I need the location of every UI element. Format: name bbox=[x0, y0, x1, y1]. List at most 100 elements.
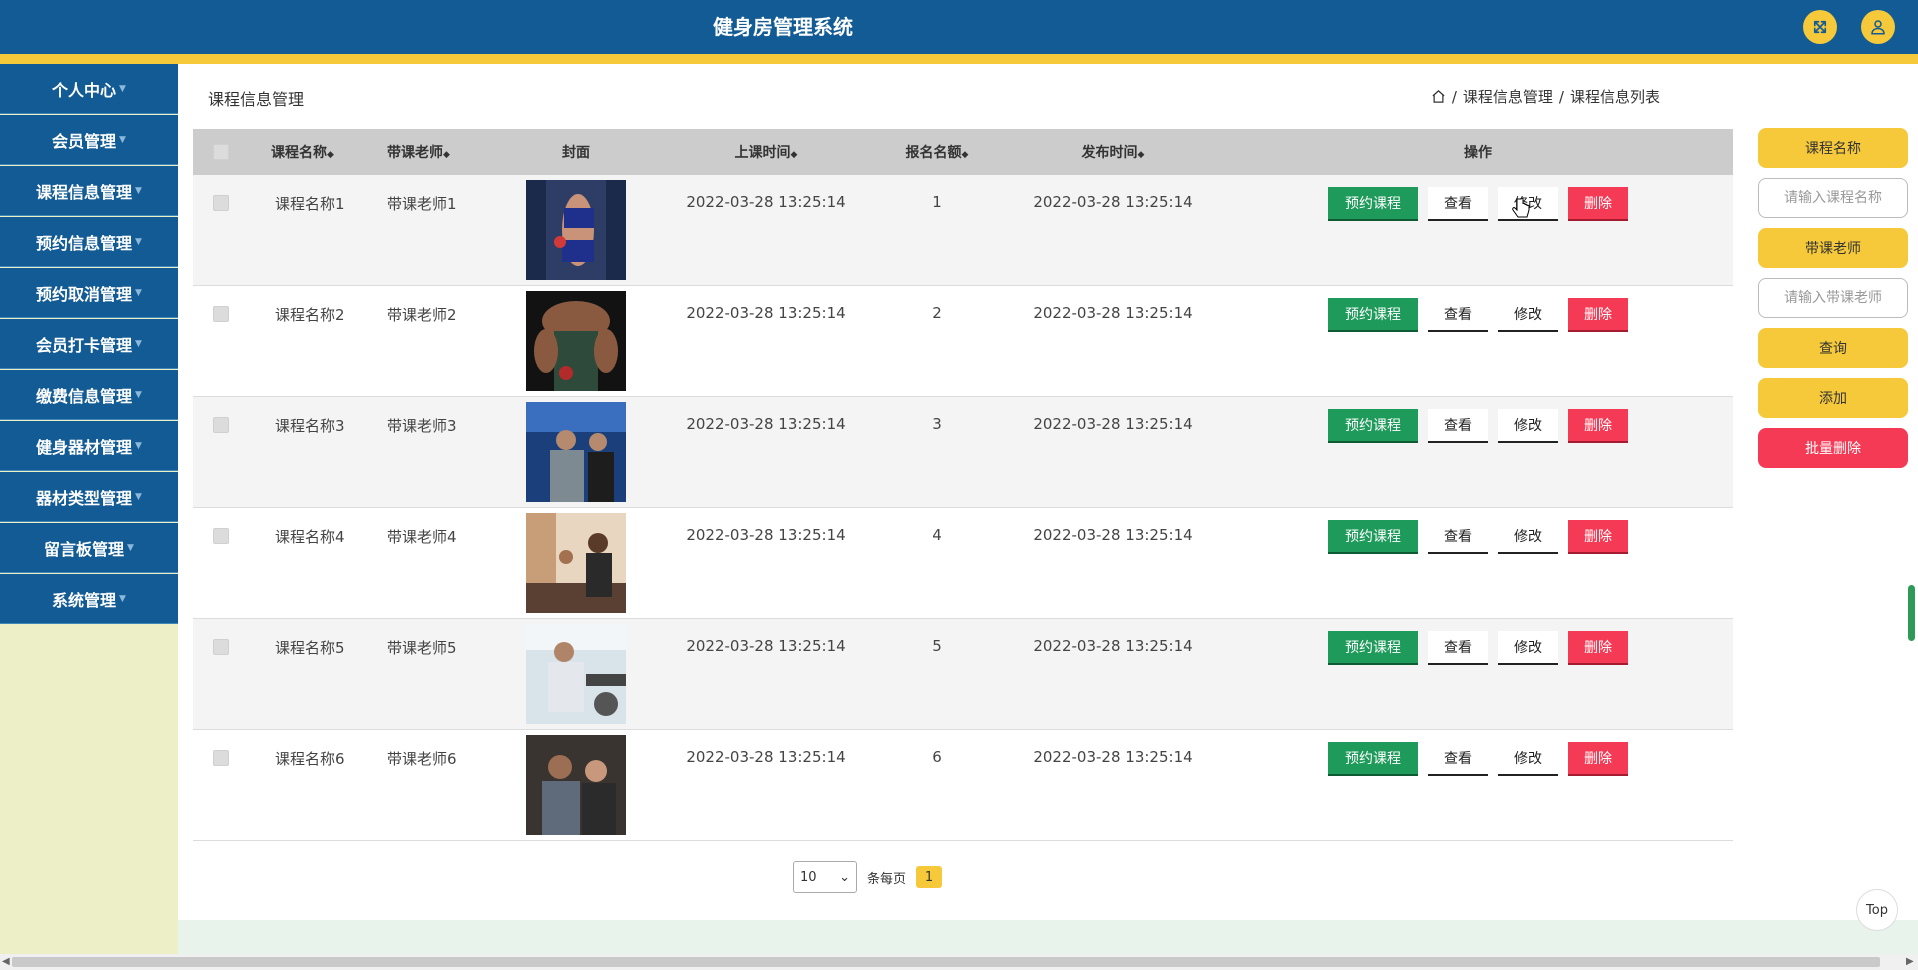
view-button[interactable]: 查看 bbox=[1428, 187, 1488, 221]
caret-down-icon: ▼ bbox=[135, 389, 142, 400]
view-button[interactable]: 查看 bbox=[1428, 409, 1488, 443]
book-course-button[interactable]: 预约课程 bbox=[1328, 298, 1418, 332]
horizontal-scrollbar-thumb[interactable] bbox=[12, 957, 1880, 967]
back-to-top-button[interactable]: Top bbox=[1856, 889, 1898, 931]
header-teacher[interactable]: 带课老师◆ bbox=[365, 142, 491, 162]
caret-down-icon: ▼ bbox=[135, 287, 142, 298]
quota: 2 bbox=[932, 304, 942, 322]
sort-icon: ◆ bbox=[1137, 150, 1145, 160]
course-cover-image bbox=[526, 180, 626, 280]
sidebar-item-equipment-management[interactable]: 健身器材管理 ▼ bbox=[0, 421, 178, 471]
cover-cell bbox=[491, 508, 661, 618]
sidebar-item-personal-center[interactable]: 个人中心 ▼ bbox=[0, 64, 178, 114]
select-all-checkbox[interactable] bbox=[213, 144, 229, 160]
page-size-value: 10 bbox=[800, 869, 817, 885]
sidebar-item-cancel-management[interactable]: 预约取消管理 ▼ bbox=[0, 268, 178, 318]
edit-button[interactable]: 修改 bbox=[1498, 298, 1558, 332]
user-button[interactable] bbox=[1861, 10, 1895, 44]
view-button[interactable]: 查看 bbox=[1428, 742, 1488, 776]
sidebar-item-system-management[interactable]: 系统管理 ▼ bbox=[0, 574, 178, 624]
page-number-current[interactable]: 1 bbox=[916, 866, 943, 888]
breadcrumb-course-management[interactable]: 课程信息管理 bbox=[1463, 86, 1553, 107]
view-button[interactable]: 查看 bbox=[1428, 298, 1488, 332]
breadcrumb-separator: / bbox=[1558, 87, 1564, 106]
quota: 6 bbox=[932, 748, 942, 766]
main-content: 课程信息管理 / 课程信息管理 / 课程信息列表 课程名称◆ 带课老师◆ 封面 … bbox=[178, 64, 1918, 920]
add-button[interactable]: 添加 bbox=[1758, 378, 1908, 418]
query-button[interactable]: 查询 bbox=[1758, 328, 1908, 368]
book-course-button[interactable]: 预约课程 bbox=[1328, 187, 1418, 221]
quota: 5 bbox=[932, 637, 942, 655]
scroll-left-icon[interactable]: ◀ bbox=[2, 956, 10, 967]
course-cover-image bbox=[526, 735, 626, 835]
sidebar-item-member-management[interactable]: 会员管理 ▼ bbox=[0, 115, 178, 165]
delete-button[interactable]: 删除 bbox=[1568, 409, 1628, 443]
course-table: 课程名称◆ 带课老师◆ 封面 上课时间◆ 报名名额◆ 发布时间◆ 操作 课程名称… bbox=[193, 129, 1733, 841]
sidebar-item-equipment-type-management[interactable]: 器材类型管理 ▼ bbox=[0, 472, 178, 522]
view-button[interactable]: 查看 bbox=[1428, 520, 1488, 554]
batch-delete-button[interactable]: 批量删除 bbox=[1758, 428, 1908, 468]
horizontal-scrollbar[interactable]: ◀ ▶ bbox=[0, 954, 1918, 970]
course-cover-image bbox=[526, 624, 626, 724]
class-time: 2022-03-28 13:25:14 bbox=[686, 637, 846, 655]
row-checkbox[interactable] bbox=[213, 639, 229, 655]
delete-button[interactable]: 删除 bbox=[1568, 631, 1628, 665]
page-size-select[interactable]: 10 ⌄ bbox=[793, 861, 857, 893]
book-course-button[interactable]: 预约课程 bbox=[1328, 520, 1418, 554]
caret-down-icon: ▼ bbox=[135, 236, 142, 247]
breadcrumb-course-list: 课程信息列表 bbox=[1569, 88, 1660, 106]
search-panel: 课程名称 带课老师 查询 添加 批量删除 bbox=[1758, 128, 1908, 478]
course-name-input[interactable] bbox=[1758, 178, 1908, 218]
sidebar-item-course-management[interactable]: 课程信息管理 ▼ bbox=[0, 166, 178, 216]
book-course-button[interactable]: 预约课程 bbox=[1328, 631, 1418, 665]
sidebar-item-label: 健身器材管理 bbox=[36, 437, 133, 457]
edit-button[interactable]: 修改 bbox=[1498, 742, 1558, 776]
row-checkbox[interactable] bbox=[213, 195, 229, 211]
caret-down-icon: ▼ bbox=[119, 593, 126, 604]
row-checkbox[interactable] bbox=[213, 750, 229, 766]
sidebar-item-label: 留言板管理 bbox=[44, 539, 125, 559]
scroll-right-icon[interactable]: ▶ bbox=[1906, 956, 1914, 967]
header-quota[interactable]: 报名名额◆ bbox=[871, 142, 1003, 162]
course-teacher: 带课老师4 bbox=[387, 528, 457, 546]
view-button[interactable]: 查看 bbox=[1428, 631, 1488, 665]
sidebar-item-message-board[interactable]: 留言板管理 ▼ bbox=[0, 523, 178, 573]
sidebar-item-label: 个人中心 bbox=[52, 80, 117, 100]
fullscreen-button[interactable] bbox=[1803, 10, 1837, 44]
sidebar-item-label: 预约取消管理 bbox=[36, 284, 133, 304]
row-checkbox[interactable] bbox=[213, 528, 229, 544]
header-course-name[interactable]: 课程名称◆ bbox=[249, 142, 365, 162]
book-course-button[interactable]: 预约课程 bbox=[1328, 742, 1418, 776]
sidebar-item-checkin-management[interactable]: 会员打卡管理 ▼ bbox=[0, 319, 178, 369]
row-checkbox[interactable] bbox=[213, 306, 229, 322]
edit-button[interactable]: 修改 bbox=[1498, 520, 1558, 554]
delete-button[interactable]: 删除 bbox=[1568, 742, 1628, 776]
teacher-input[interactable] bbox=[1758, 278, 1908, 318]
row-checkbox-cell bbox=[193, 286, 249, 396]
sidebar-item-payment-management[interactable]: 缴费信息管理 ▼ bbox=[0, 370, 178, 420]
edit-button[interactable]: 修改 bbox=[1498, 409, 1558, 443]
edit-button[interactable]: 修改 bbox=[1498, 631, 1558, 665]
header-operations: 操作 bbox=[1464, 145, 1492, 161]
sidebar-item-booking-management[interactable]: 预约信息管理 ▼ bbox=[0, 217, 178, 267]
book-course-button[interactable]: 预约课程 bbox=[1328, 409, 1418, 443]
row-checkbox-cell bbox=[193, 508, 249, 618]
select-all-cell bbox=[193, 144, 249, 160]
publish-time: 2022-03-28 13:25:14 bbox=[1033, 637, 1193, 655]
publish-time: 2022-03-28 13:25:14 bbox=[1033, 415, 1193, 433]
course-teacher: 带课老师6 bbox=[387, 750, 457, 768]
table-row: 课程名称5 带课老师5 2022-03-28 13:25:14 5 2022-0… bbox=[193, 619, 1733, 730]
breadcrumb-separator: / bbox=[1451, 87, 1457, 106]
row-actions: 预约课程 查看 修改 删除 bbox=[1223, 730, 1733, 840]
header-class-time[interactable]: 上课时间◆ bbox=[661, 142, 871, 162]
delete-button[interactable]: 删除 bbox=[1568, 187, 1628, 221]
delete-button[interactable]: 删除 bbox=[1568, 298, 1628, 332]
cover-cell bbox=[491, 397, 661, 507]
app-title: 健身房管理系统 bbox=[713, 15, 853, 39]
home-icon[interactable] bbox=[1431, 89, 1446, 104]
header-publish-time[interactable]: 发布时间◆ bbox=[1003, 142, 1223, 162]
vertical-scrollbar-thumb[interactable] bbox=[1908, 585, 1915, 641]
course-teacher: 带课老师3 bbox=[387, 417, 457, 435]
delete-button[interactable]: 删除 bbox=[1568, 520, 1628, 554]
row-checkbox[interactable] bbox=[213, 417, 229, 433]
